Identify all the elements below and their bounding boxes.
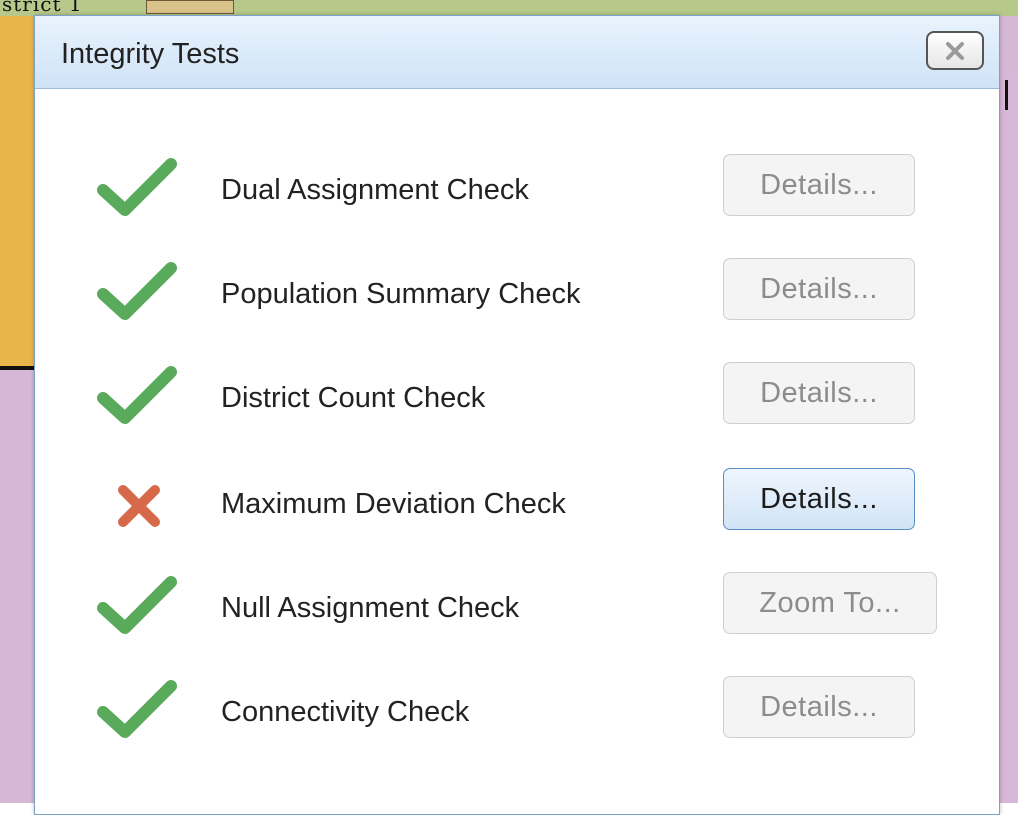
test-label: Null Assignment Check <box>221 592 520 624</box>
test-label: Connectivity Check <box>221 696 470 728</box>
test-row: Null Assignment Check Zoom To... <box>35 572 999 662</box>
check-icon <box>95 258 183 330</box>
check-icon <box>95 154 183 226</box>
close-icon <box>946 41 964 60</box>
check-icon <box>95 572 183 644</box>
test-row: Population Summary Check Details... <box>35 258 999 348</box>
cross-icon <box>95 468 183 540</box>
integrity-tests-dialog: Integrity Tests Dual Assignment Check Det… <box>34 15 1000 815</box>
test-row: Connectivity Check Details... <box>35 676 999 766</box>
test-label: Dual Assignment Check <box>221 174 529 206</box>
close-button[interactable] <box>926 31 984 70</box>
details-button[interactable]: Details... <box>723 676 915 738</box>
details-button[interactable]: Details... <box>723 362 915 424</box>
district-label: strict 1 <box>2 0 83 16</box>
test-label: Maximum Deviation Check <box>221 488 566 520</box>
zoom-to-button[interactable]: Zoom To... <box>723 572 937 634</box>
test-row: Maximum Deviation Check Details... <box>35 468 999 558</box>
details-button[interactable]: Details... <box>723 258 915 320</box>
test-label: District Count Check <box>221 382 486 414</box>
test-row: District Count Check Details... <box>35 362 999 452</box>
dialog-title: Integrity Tests <box>61 38 240 70</box>
test-label: Population Summary Check <box>221 278 581 310</box>
check-icon <box>95 362 183 434</box>
map-border <box>1005 80 1008 110</box>
details-button[interactable]: Details... <box>723 468 915 530</box>
test-row: Dual Assignment Check Details... <box>35 154 999 244</box>
dialog-header: Integrity Tests <box>35 16 999 89</box>
check-icon <box>95 676 183 748</box>
details-button[interactable]: Details... <box>723 154 915 216</box>
map-thumbnail <box>146 0 234 14</box>
